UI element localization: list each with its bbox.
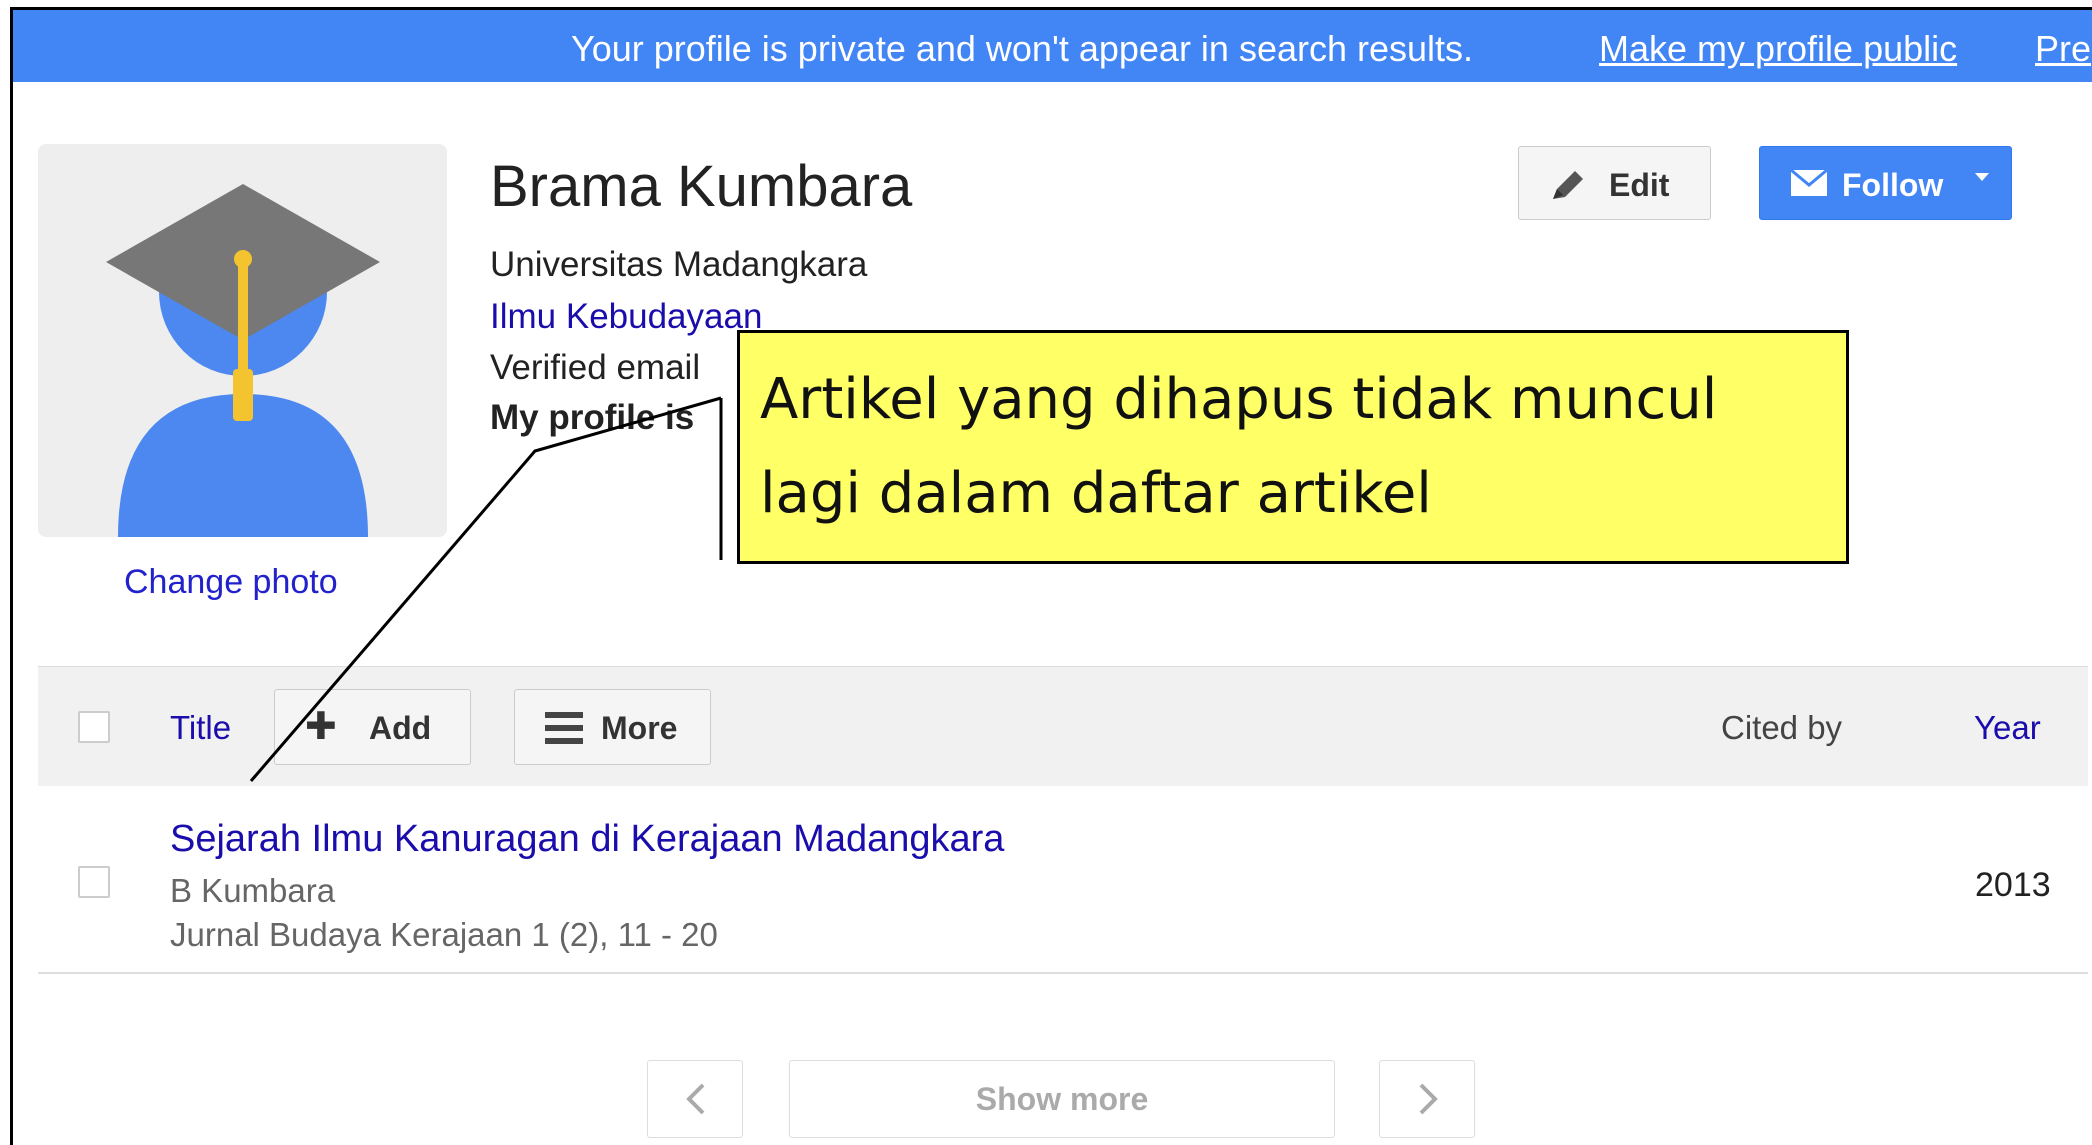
menu-icon — [545, 712, 583, 744]
chevron-down-icon[interactable] — [1975, 173, 1989, 181]
callout-line-1: Artikel yang dihapus tidak muncul — [760, 367, 1718, 432]
cited-by-column-header: Cited by — [1721, 709, 1843, 746]
show-more-button[interactable]: Show more — [789, 1060, 1335, 1138]
scholar-profile-window: Your profile is private and won't appear… — [10, 7, 2092, 1145]
callout-line-2: lagi dalam daftar artikel — [760, 461, 1432, 526]
article-venue: Jurnal Budaya Kerajaan 1 (2), 11 - 20 — [170, 916, 718, 953]
preview-link[interactable]: Pre — [2035, 28, 2091, 70]
verified-email: Verified email — [490, 348, 701, 387]
profile-photo[interactable] — [38, 144, 447, 537]
chevron-left-icon — [686, 1083, 705, 1115]
previous-page-button[interactable] — [647, 1060, 743, 1138]
article-year: 2013 — [1975, 866, 2051, 904]
select-all-checkbox[interactable] — [78, 711, 110, 743]
profile-name: Brama Kumbara — [490, 154, 913, 219]
add-label: Add — [369, 710, 432, 746]
articles-table-header: Title ✚ Add More Cited by Year — [38, 666, 2088, 788]
envelope-icon — [1790, 169, 1828, 196]
pencil-icon — [1553, 171, 1583, 199]
edit-label: Edit — [1609, 167, 1670, 203]
privacy-banner: Your profile is private and won't appear… — [13, 10, 2092, 82]
more-label: More — [601, 710, 678, 746]
chevron-right-icon — [1419, 1083, 1438, 1115]
profile-field-link[interactable]: Ilmu Kebudayaan — [490, 297, 762, 337]
next-page-button[interactable] — [1379, 1060, 1475, 1138]
follow-button[interactable]: Follow — [1759, 146, 2012, 220]
profile-status: My profile is — [490, 398, 695, 437]
annotation-callout: Artikel yang dihapus tidak muncul lagi d… — [737, 330, 1849, 564]
edit-button[interactable]: Edit — [1518, 146, 1711, 220]
more-button[interactable]: More — [514, 689, 711, 765]
default-avatar-icon — [106, 184, 380, 537]
plus-icon: ✚ — [305, 706, 337, 748]
title-column-header[interactable]: Title — [170, 709, 231, 747]
table-row: Sejarah Ilmu Kanuragan di Kerajaan Madan… — [38, 786, 2088, 974]
article-title-link[interactable]: Sejarah Ilmu Kanuragan di Kerajaan Madan… — [170, 818, 1004, 861]
article-authors: B Kumbara — [170, 872, 336, 909]
add-button[interactable]: ✚ Add — [274, 689, 471, 765]
change-photo-link[interactable]: Change photo — [124, 563, 338, 602]
privacy-message: Your profile is private and won't appear… — [571, 28, 1474, 69]
make-profile-public-link[interactable]: Make my profile public — [1599, 28, 1957, 70]
follow-label: Follow — [1842, 167, 1944, 203]
article-checkbox[interactable] — [78, 866, 110, 898]
year-column-header[interactable]: Year — [1974, 709, 2041, 747]
profile-affiliation: Universitas Madangkara — [490, 245, 868, 284]
